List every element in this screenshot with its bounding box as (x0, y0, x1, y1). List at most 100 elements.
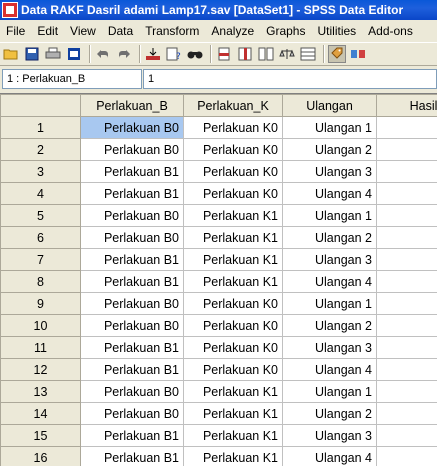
menu-utilities[interactable]: Utilities (311, 24, 362, 38)
cell-ulangan[interactable]: Ulangan 1 (282, 116, 377, 139)
row-number[interactable]: 12 (0, 358, 81, 381)
column-header-ulangan[interactable]: Ulangan (282, 94, 377, 117)
menu-graphs[interactable]: Graphs (260, 24, 311, 38)
menu-file[interactable]: File (0, 24, 31, 38)
cell-value-input[interactable]: 1 (143, 69, 437, 89)
variables-icon[interactable]: ? (165, 45, 183, 63)
cell-perlakuan-k[interactable]: Perlakuan K0 (183, 336, 283, 359)
cell-perlakuan-k[interactable]: Perlakuan K1 (183, 402, 283, 425)
column-header-hasil[interactable]: Hasil (376, 94, 437, 117)
cell-ulangan[interactable]: Ulangan 1 (282, 292, 377, 315)
row-number[interactable]: 2 (0, 138, 81, 161)
cell-perlakuan-k[interactable]: Perlakuan K0 (183, 182, 283, 205)
open-folder-icon[interactable] (2, 45, 20, 63)
cell-ulangan[interactable]: Ulangan 2 (282, 138, 377, 161)
menu-data[interactable]: Data (102, 24, 139, 38)
cell-perlakuan-k[interactable]: Perlakuan K0 (183, 292, 283, 315)
insert-variable-icon[interactable] (236, 45, 254, 63)
row-number[interactable]: 7 (0, 248, 81, 271)
split-file-icon[interactable] (257, 45, 275, 63)
cell-perlakuan-b[interactable]: Perlakuan B0 (80, 402, 184, 425)
cell-ulangan[interactable]: Ulangan 2 (282, 402, 377, 425)
cell-perlakuan-k[interactable]: Perlakuan K1 (183, 446, 283, 466)
cell-ulangan[interactable]: Ulangan 4 (282, 270, 377, 293)
row-number[interactable]: 4 (0, 182, 81, 205)
cell-perlakuan-k[interactable]: Perlakuan K0 (183, 358, 283, 381)
row-number[interactable]: 15 (0, 424, 81, 447)
cell-perlakuan-b[interactable]: Perlakuan B0 (80, 116, 184, 139)
cell-perlakuan-k[interactable]: Perlakuan K0 (183, 314, 283, 337)
row-number[interactable]: 13 (0, 380, 81, 403)
find-icon[interactable] (186, 45, 204, 63)
menu-analyze[interactable]: Analyze (205, 24, 260, 38)
cell-perlakuan-b[interactable]: Perlakuan B1 (80, 446, 184, 466)
save-icon[interactable] (23, 45, 41, 63)
cell-hasil[interactable]: 4.30 (376, 226, 437, 249)
cell-hasil[interactable]: 3.80 (376, 402, 437, 425)
cell-hasil[interactable]: 4.00 (376, 380, 437, 403)
cell-perlakuan-k[interactable]: Perlakuan K1 (183, 204, 283, 227)
cell-ulangan[interactable]: Ulangan 4 (282, 446, 377, 466)
goto-case-icon[interactable] (144, 45, 162, 63)
insert-cases-icon[interactable] (215, 45, 233, 63)
cell-hasil[interactable]: 3.10 (376, 248, 437, 271)
cell-hasil[interactable]: 3.40 (376, 336, 437, 359)
cell-ulangan[interactable]: Ulangan 2 (282, 226, 377, 249)
menu-view[interactable]: View (64, 24, 102, 38)
cell-perlakuan-k[interactable]: Perlakuan K0 (183, 160, 283, 183)
row-number[interactable]: 5 (0, 204, 81, 227)
cell-perlakuan-b[interactable]: Perlakuan B1 (80, 270, 184, 293)
cell-ulangan[interactable]: Ulangan 3 (282, 160, 377, 183)
cell-ulangan[interactable]: Ulangan 4 (282, 358, 377, 381)
cell-perlakuan-b[interactable]: Perlakuan B0 (80, 314, 184, 337)
row-number[interactable]: 16 (0, 446, 81, 466)
cell-ulangan[interactable]: Ulangan 3 (282, 248, 377, 271)
grid-corner[interactable] (0, 94, 81, 117)
cell-perlakuan-k[interactable]: Perlakuan K1 (183, 248, 283, 271)
cell-perlakuan-k[interactable]: Perlakuan K1 (183, 424, 283, 447)
cell-ulangan[interactable]: Ulangan 3 (282, 336, 377, 359)
cell-hasil[interactable]: 3.90 (376, 204, 437, 227)
redo-icon[interactable] (115, 45, 133, 63)
cell-perlakuan-k[interactable]: Perlakuan K0 (183, 116, 283, 139)
menu-add-ons[interactable]: Add-ons (362, 24, 419, 38)
cell-hasil[interactable]: 3.50 (376, 314, 437, 337)
cell-perlakuan-b[interactable]: Perlakuan B1 (80, 160, 184, 183)
use-sets-icon[interactable] (349, 45, 367, 63)
cell-ulangan[interactable]: Ulangan 4 (282, 182, 377, 205)
menu-edit[interactable]: Edit (31, 24, 64, 38)
cell-ulangan[interactable]: Ulangan 1 (282, 204, 377, 227)
dialog-recall-icon[interactable] (65, 45, 83, 63)
cell-hasil[interactable]: 3.50 (376, 424, 437, 447)
cell-hasil[interactable]: 3.50 (376, 292, 437, 315)
row-number[interactable]: 1 (0, 116, 81, 139)
row-number[interactable]: 6 (0, 226, 81, 249)
row-number[interactable]: 10 (0, 314, 81, 337)
print-icon[interactable] (44, 45, 62, 63)
row-number[interactable]: 14 (0, 402, 81, 425)
cell-perlakuan-k[interactable]: Perlakuan K1 (183, 380, 283, 403)
cell-perlakuan-b[interactable]: Perlakuan B0 (80, 380, 184, 403)
cell-perlakuan-b[interactable]: Perlakuan B0 (80, 204, 184, 227)
cell-perlakuan-b[interactable]: Perlakuan B0 (80, 138, 184, 161)
cell-perlakuan-b[interactable]: Perlakuan B0 (80, 292, 184, 315)
column-header-perlakuan-b[interactable]: Perlakuan_B (80, 94, 184, 117)
select-cases-icon[interactable] (299, 45, 317, 63)
cell-perlakuan-b[interactable]: Perlakuan B0 (80, 226, 184, 249)
row-number[interactable]: 11 (0, 336, 81, 359)
cell-hasil[interactable]: 2.80 (376, 138, 437, 161)
cell-ulangan[interactable]: Ulangan 1 (282, 380, 377, 403)
row-number[interactable]: 8 (0, 270, 81, 293)
cell-perlakuan-b[interactable]: Perlakuan B1 (80, 336, 184, 359)
cell-perlakuan-b[interactable]: Perlakuan B1 (80, 358, 184, 381)
cell-hasil[interactable]: 3.20 (376, 358, 437, 381)
cell-ulangan[interactable]: Ulangan 2 (282, 314, 377, 337)
cell-perlakuan-k[interactable]: Perlakuan K0 (183, 138, 283, 161)
cell-ulangan[interactable]: Ulangan 3 (282, 424, 377, 447)
row-number[interactable]: 9 (0, 292, 81, 315)
cell-hasil[interactable]: 3.70 (376, 270, 437, 293)
weight-cases-icon[interactable] (278, 45, 296, 63)
undo-icon[interactable] (94, 45, 112, 63)
cell-hasil[interactable]: 3.80 (376, 446, 437, 466)
cell-perlakuan-b[interactable]: Perlakuan B1 (80, 424, 184, 447)
